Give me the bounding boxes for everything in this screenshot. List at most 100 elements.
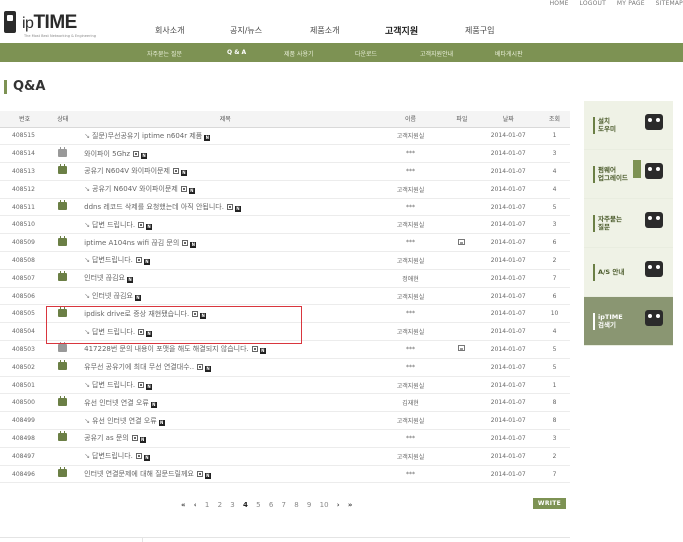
row-title[interactable]: 인터넷 끊김요 [84, 274, 125, 282]
row-title[interactable]: 유선 인터넷 연결 오류 [84, 399, 149, 407]
table-row[interactable]: 408502 유무선 공유기에 최대 무선 연결대수.. N *** 2014-01-0… [0, 358, 570, 377]
row-title-cell[interactable]: ↘ 공유기 N604V 와이파이문제 N [76, 180, 375, 199]
page-4-current[interactable]: 4 [243, 501, 248, 509]
table-row[interactable]: 408513 공유기 N604V 와이파이문제 N *** 2014-01-07 4 [0, 162, 570, 181]
row-title-cell[interactable]: iptime A104ns wifi 끊김 문의 N [76, 233, 375, 253]
row-title-cell[interactable]: ↘ 질문)무선공유기 iptime n604r 제품 N [76, 127, 375, 146]
top-link-mypage[interactable]: MY PAGE [617, 0, 645, 7]
table-row[interactable]: 408507 인터넷 끊김요 N 정애현 2014-01-07 7 [0, 269, 570, 288]
table-row[interactable]: 408514 와이파이 5Ghz N *** 2014-01-07 3 [0, 144, 570, 164]
row-title-cell[interactable]: ↘ 답변 드립니다. N [76, 215, 375, 235]
table-row[interactable]: 408511 ddns 레코드 삭제를 요청했는데 아직 안됩니다. N *** 201… [0, 198, 570, 217]
main-nav-company[interactable]: 회사소개 [155, 25, 184, 36]
table-row[interactable]: 408515 ↘ 질문)무선공유기 iptime n604r 제품 N 고객지원실 201… [0, 127, 570, 146]
row-title-cell[interactable]: 와이파이 5Ghz N [76, 144, 375, 164]
row-title-cell[interactable]: 유선 인터넷 연결 오류 N [76, 393, 375, 413]
sidebar-item-firmware[interactable]: 펌웨어 업그레이드 [584, 150, 673, 199]
page-7[interactable]: 7 [282, 501, 286, 509]
main-nav: 회사소개 공지/뉴스 제품소개 고객지원 제품구입 [0, 25, 683, 39]
row-title-cell[interactable]: ↘ 유선 인터넷 연결 오류 N [76, 411, 375, 431]
page-2[interactable]: 2 [218, 501, 222, 509]
top-link-logout[interactable]: LOGOUT [580, 0, 606, 7]
row-title[interactable]: 인터넷 끊김요 [92, 292, 133, 300]
write-button[interactable]: WRITE [533, 498, 566, 509]
main-nav-purchase[interactable]: 제품구입 [465, 25, 494, 36]
table-row[interactable]: 408508 ↘ 답변드립니다. N 고객지원실 2014-01-07 2 [0, 251, 570, 270]
table-row[interactable]: 408498 공유기 as 문의 N *** 2014-01-07 3 [0, 429, 570, 448]
sub-nav-reviews[interactable]: 제품 사용기 [284, 49, 314, 58]
sidebar-item-label: A/S 안내 [598, 268, 625, 276]
next-page-button[interactable]: › [337, 501, 340, 509]
row-title[interactable]: 질문)무선공유기 iptime n604r 제품 [92, 132, 202, 140]
row-title-cell[interactable]: 인터넷 끊김요 N [76, 269, 375, 288]
prev-page-button[interactable]: ‹ [194, 501, 197, 509]
table-row[interactable]: 408496 인터넷 연결문제에 대해 질문드릴께요 N *** 2014-01-07 7 [0, 465, 570, 484]
table-row[interactable]: 408506 ↘ 인터넷 끊김요 N 고객지원실 2014-01-07 6 [0, 287, 570, 306]
row-title[interactable]: 공유기 N604V 와이파이문제 [84, 167, 170, 175]
row-title-cell[interactable]: ↘ 답변드립니다. N [76, 447, 375, 466]
row-title[interactable]: 답변드립니다. [92, 452, 133, 460]
row-title[interactable]: iptime A104ns wifi 끊김 문의 [84, 239, 179, 247]
row-title[interactable]: 유선 인터넷 연결 오류 [92, 417, 157, 425]
top-link-sitemap[interactable]: SITEMAP [656, 0, 683, 7]
table-row[interactable]: 408499 ↘ 유선 인터넷 연결 오류 N 고객지원실 2014-01-07 8 [0, 411, 570, 431]
table-row[interactable]: 408501 ↘ 답변 드립니다. N 고객지원실 2014-01-07 1 [0, 376, 570, 395]
sub-nav-beta[interactable]: 베타게시판 [495, 49, 523, 58]
table-row[interactable]: 408497 ↘ 답변드립니다. N 고객지원실 2014-01-07 2 [0, 447, 570, 466]
page-3[interactable]: 3 [230, 501, 234, 509]
table-row[interactable]: 408510 ↘ 답변 드립니다. N 고객지원실 2014-01-07 3 [0, 215, 570, 235]
row-status [49, 233, 77, 253]
page-9[interactable]: 9 [307, 501, 311, 509]
sub-nav-support-info[interactable]: 고객지원안내 [420, 49, 453, 58]
top-link-home[interactable]: HOME [550, 0, 569, 7]
row-title[interactable]: 유무선 공유기에 최대 무선 연결대수.. [84, 363, 194, 371]
row-date: 2014-01-07 [477, 127, 540, 146]
table-row[interactable]: 408500 유선 인터넷 연결 오류 N 김재현 2014-01-07 8 [0, 393, 570, 413]
sidebar-item-as-info[interactable]: A/S 안내 [584, 248, 673, 297]
row-views: 5 [539, 358, 570, 377]
row-title[interactable]: 답변 드립니다. [92, 221, 135, 229]
table-row[interactable]: 408509 iptime A104ns wifi 끊김 문의 N *** 2014-0… [0, 233, 570, 253]
first-page-button[interactable]: « [181, 501, 186, 509]
main-nav-news[interactable]: 공지/뉴스 [230, 25, 262, 36]
sidebar-bar [593, 166, 595, 183]
row-title-cell[interactable]: 유무선 공유기에 최대 무선 연결대수.. N [76, 358, 375, 377]
row-title[interactable]: ddns 레코드 삭제를 요청했는데 아직 안됩니다. [84, 203, 224, 211]
page-5[interactable]: 5 [256, 501, 260, 509]
sidebar-item-faq[interactable]: 자주묻는 질문 [584, 199, 673, 248]
attachment-icon [131, 435, 138, 442]
sub-nav-faq[interactable]: 자주묻는 질문 [147, 49, 182, 58]
row-views: 6 [539, 233, 570, 253]
main-nav-products[interactable]: 제품소개 [310, 25, 339, 36]
row-title-cell[interactable]: ↘ 답변드립니다. N [76, 251, 375, 270]
row-views: 3 [539, 215, 570, 235]
row-views: 10 [539, 304, 570, 324]
main-nav-support[interactable]: 고객지원 [385, 24, 418, 37]
row-title[interactable]: 답변드립니다. [92, 256, 133, 264]
row-title-cell[interactable]: ddns 레코드 삭제를 요청했는데 아직 안됩니다. N [76, 198, 375, 217]
attachment-icon [180, 186, 187, 193]
sub-nav-download[interactable]: 다운로드 [355, 49, 377, 58]
row-author: *** [374, 465, 447, 484]
row-title-cell[interactable]: 인터넷 연결문제에 대해 질문드릴께요 N [76, 465, 375, 484]
row-title[interactable]: 답변 드립니다. [92, 381, 135, 389]
last-page-button[interactable]: » [348, 501, 353, 509]
page-10[interactable]: 10 [320, 501, 329, 509]
row-title[interactable]: 인터넷 연결문제에 대해 질문드릴께요 [84, 470, 194, 478]
page-6[interactable]: 6 [269, 501, 273, 509]
row-title-cell[interactable]: 공유기 as 문의 N [76, 429, 375, 448]
sub-nav-qa[interactable]: Q & A [227, 49, 246, 56]
table-row[interactable]: 408512 ↘ 공유기 N604V 와이파이문제 N 고객지원실 2014-01-07 4 [0, 180, 570, 199]
page-8[interactable]: 8 [294, 501, 298, 509]
row-number: 408499 [0, 411, 50, 431]
row-title-cell[interactable]: 공유기 N604V 와이파이문제 N [76, 162, 375, 181]
row-title[interactable]: 공유기 N604V 와이파이문제 [92, 185, 178, 193]
sidebar-item-iptime-finder[interactable]: ipTIME 검색기 [584, 297, 673, 346]
row-title[interactable]: 417228번 문의 내용이 포맷을 해도 해결되지 않습니다. [84, 345, 249, 353]
row-title[interactable]: 와이파이 5Ghz [84, 150, 130, 158]
row-title-cell[interactable]: ↘ 답변 드립니다. N [76, 376, 375, 395]
row-title[interactable]: 공유기 as 문의 [84, 434, 129, 442]
page-1[interactable]: 1 [205, 501, 209, 509]
sidebar-item-install-helper[interactable]: 설치 도우미 [584, 101, 673, 150]
row-title-cell[interactable]: ↘ 인터넷 끊김요 N [76, 287, 375, 306]
